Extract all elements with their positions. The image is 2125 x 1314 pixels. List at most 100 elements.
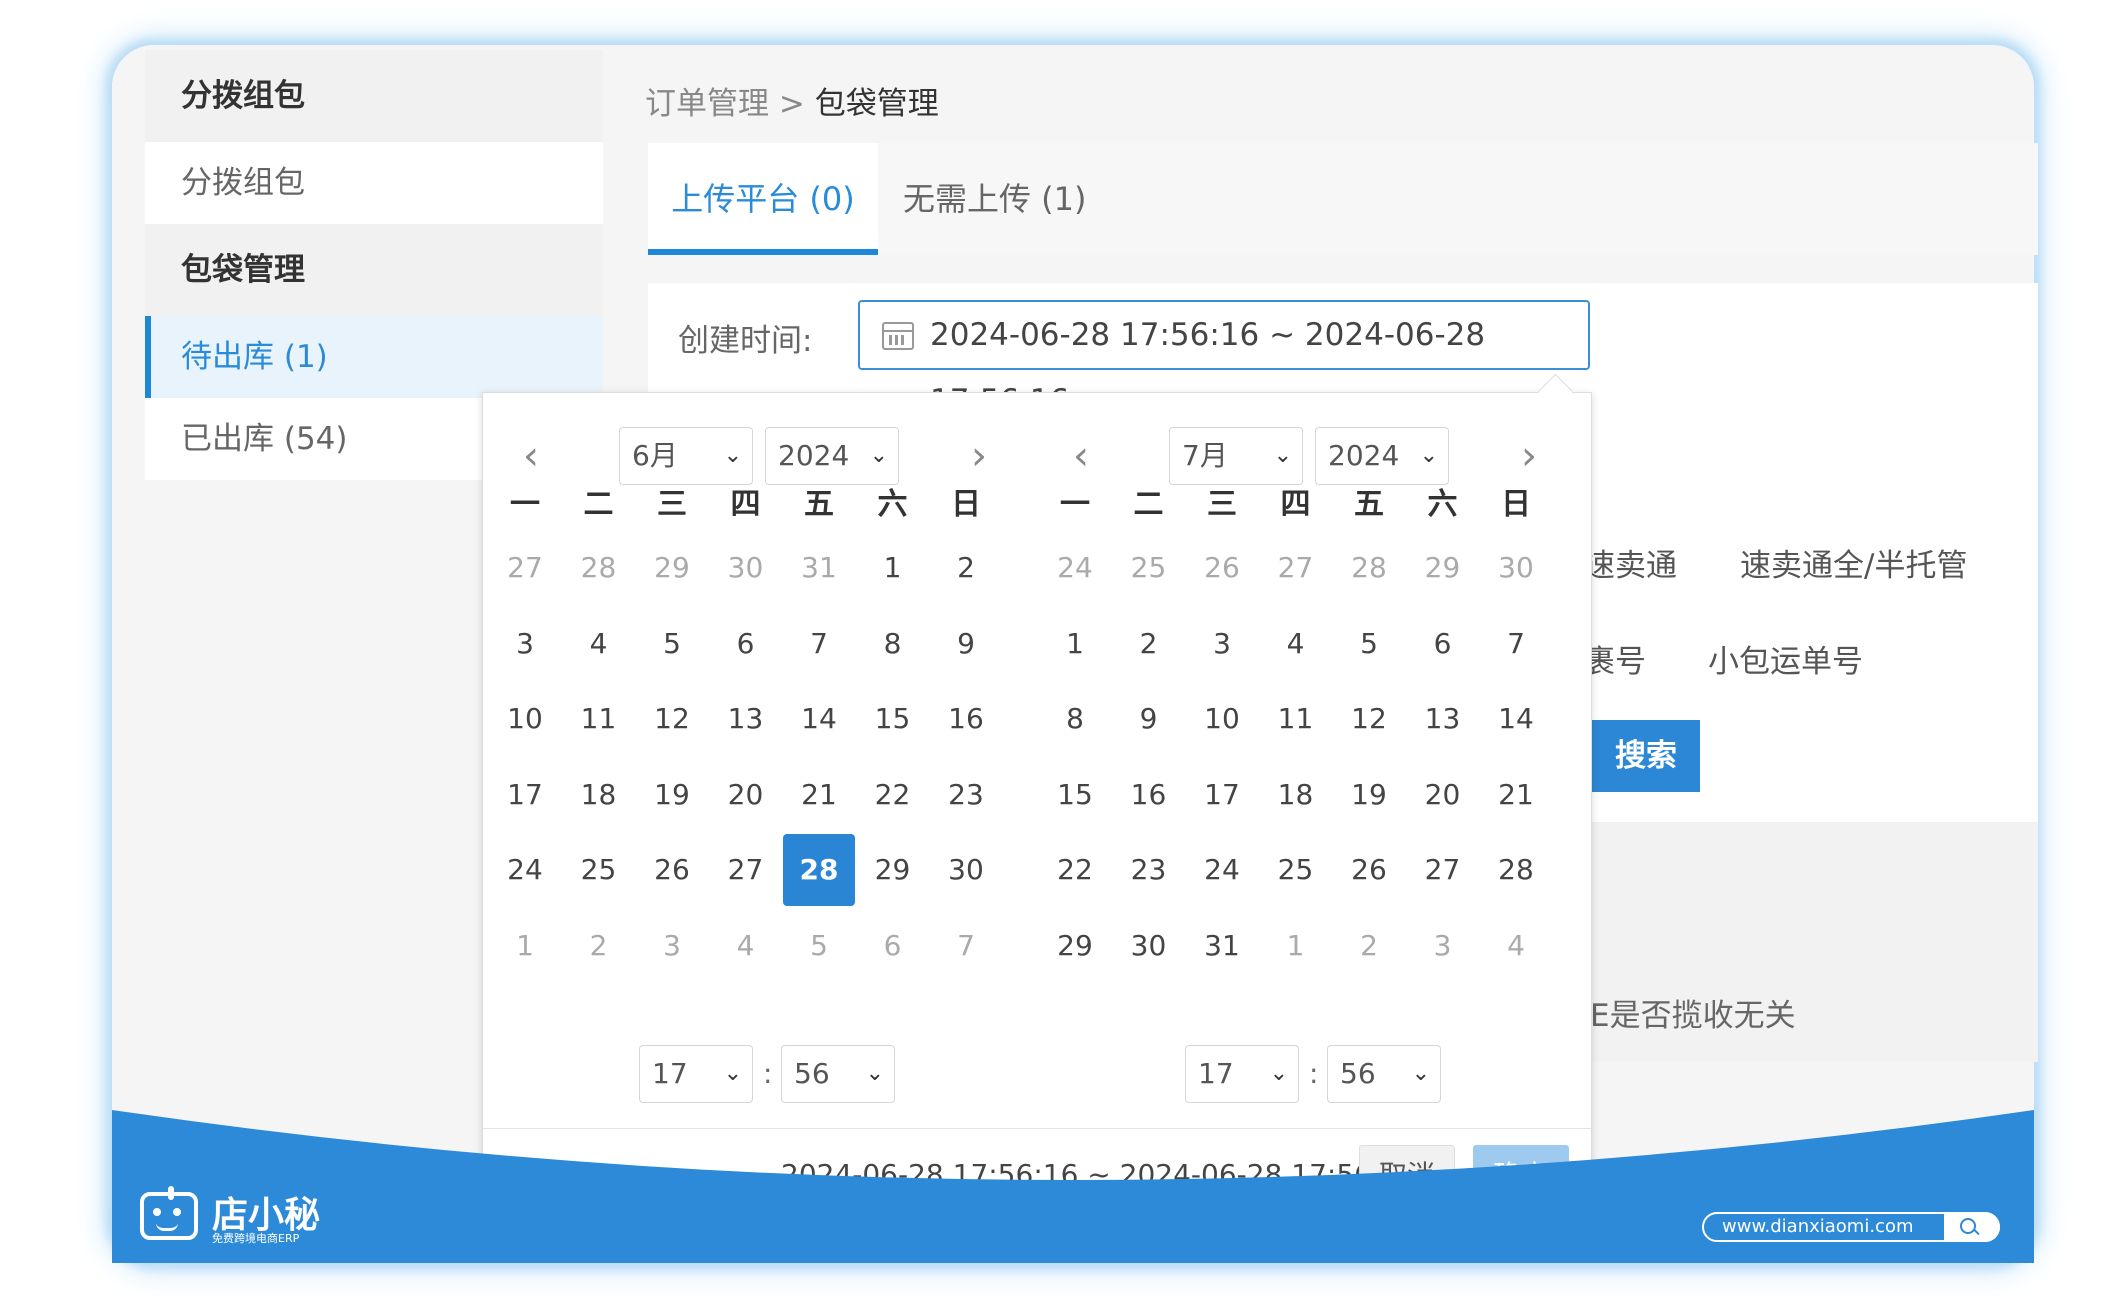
- calendar-day[interactable]: 26: [1333, 834, 1405, 906]
- calendar-day[interactable]: 20: [1407, 759, 1479, 831]
- tab-no-upload[interactable]: 无需上传 (1): [903, 143, 1123, 255]
- calendar-day[interactable]: 29: [636, 532, 708, 604]
- left-year-select[interactable]: 2024 ⌄: [765, 427, 899, 485]
- calendar-day[interactable]: 1: [489, 910, 561, 982]
- calendar-day[interactable]: 22: [857, 759, 929, 831]
- calendar-day[interactable]: 9: [930, 608, 1002, 680]
- calendar-day[interactable]: 13: [710, 683, 782, 755]
- next-month-button[interactable]: ›: [1521, 433, 1537, 479]
- calendar-day[interactable]: 23: [1113, 834, 1185, 906]
- calendar-day[interactable]: 1: [1039, 608, 1111, 680]
- calendar-day[interactable]: 14: [1480, 683, 1552, 755]
- calendar-day[interactable]: 24: [1186, 834, 1258, 906]
- calendar-day[interactable]: 8: [1039, 683, 1111, 755]
- date-range-input[interactable]: 2024-06-28 17:56:16 ~ 2024-06-28 17:56:1…: [858, 300, 1590, 419]
- calendar-day[interactable]: 9: [1113, 683, 1185, 755]
- calendar-day[interactable]: 6: [857, 910, 929, 982]
- search-icon[interactable]: [1944, 1212, 2000, 1242]
- calendar-day[interactable]: 15: [1039, 759, 1111, 831]
- calendar-day[interactable]: 6: [1407, 608, 1479, 680]
- calendar-day[interactable]: 2: [563, 910, 635, 982]
- calendar-day[interactable]: 2: [930, 532, 1002, 604]
- right-minute-select[interactable]: 56 ⌄: [1327, 1045, 1441, 1103]
- calendar-day[interactable]: 5: [783, 910, 855, 982]
- calendar-day[interactable]: 31: [783, 532, 855, 604]
- calendar-day[interactable]: 14: [783, 683, 855, 755]
- calendar-day[interactable]: 4: [710, 910, 782, 982]
- calendar-day[interactable]: 5: [636, 608, 708, 680]
- calendar-day[interactable]: 16: [1113, 759, 1185, 831]
- calendar-day[interactable]: 29: [1039, 910, 1111, 982]
- calendar-day[interactable]: 24: [1039, 532, 1111, 604]
- calendar-day[interactable]: 30: [1480, 532, 1552, 604]
- left-hour-select[interactable]: 17 ⌄: [639, 1045, 753, 1103]
- calendar-day[interactable]: 27: [1260, 532, 1332, 604]
- calendar-day[interactable]: 4: [1480, 910, 1552, 982]
- calendar-day[interactable]: 11: [1260, 683, 1332, 755]
- calendar-day[interactable]: 26: [1186, 532, 1258, 604]
- calendar-day[interactable]: 2: [1333, 910, 1405, 982]
- calendar-day[interactable]: 20: [710, 759, 782, 831]
- calendar-day[interactable]: 18: [1260, 759, 1332, 831]
- calendar-day[interactable]: 8: [857, 608, 929, 680]
- calendar-day[interactable]: 10: [1186, 683, 1258, 755]
- calendar-day[interactable]: 12: [1333, 683, 1405, 755]
- calendar-day[interactable]: 29: [857, 834, 929, 906]
- calendar-day[interactable]: 6: [710, 608, 782, 680]
- right-hour-select[interactable]: 17 ⌄: [1185, 1045, 1299, 1103]
- calendar-day[interactable]: 7: [783, 608, 855, 680]
- calendar-day[interactable]: 4: [563, 608, 635, 680]
- calendar-day[interactable]: 21: [783, 759, 855, 831]
- left-minute-select[interactable]: 56 ⌄: [781, 1045, 895, 1103]
- calendar-day[interactable]: 23: [930, 759, 1002, 831]
- field-parcel-tracking-no[interactable]: 小包运单号: [1708, 636, 1863, 681]
- calendar-day[interactable]: 30: [930, 834, 1002, 906]
- search-button[interactable]: 搜索: [1592, 720, 1700, 792]
- calendar-day[interactable]: 27: [710, 834, 782, 906]
- calendar-day[interactable]: 25: [1260, 834, 1332, 906]
- calendar-day[interactable]: 3: [489, 608, 561, 680]
- calendar-day[interactable]: 16: [930, 683, 1002, 755]
- next-month-left-button[interactable]: ›: [971, 433, 987, 479]
- calendar-day[interactable]: 28: [1480, 834, 1552, 906]
- calendar-day[interactable]: 30: [1113, 910, 1185, 982]
- calendar-day[interactable]: 7: [930, 910, 1002, 982]
- calendar-day[interactable]: 12: [636, 683, 708, 755]
- left-month-select[interactable]: 6月 ⌄: [619, 427, 753, 485]
- calendar-day[interactable]: 27: [1407, 834, 1479, 906]
- calendar-day[interactable]: 15: [857, 683, 929, 755]
- calendar-day[interactable]: 31: [1186, 910, 1258, 982]
- right-year-select[interactable]: 2024 ⌄: [1315, 427, 1449, 485]
- calendar-day[interactable]: 3: [1186, 608, 1258, 680]
- calendar-day[interactable]: 29: [1407, 532, 1479, 604]
- calendar-day[interactable]: 13: [1407, 683, 1479, 755]
- breadcrumb-parent[interactable]: 订单管理: [645, 86, 769, 122]
- calendar-day[interactable]: 26: [636, 834, 708, 906]
- calendar-day[interactable]: 25: [1113, 532, 1185, 604]
- prev-month-right-button[interactable]: ‹: [1073, 433, 1089, 479]
- calendar-day[interactable]: 25: [563, 834, 635, 906]
- calendar-day[interactable]: 21: [1480, 759, 1552, 831]
- calendar-day[interactable]: 2: [1113, 608, 1185, 680]
- calendar-day[interactable]: 3: [1407, 910, 1479, 982]
- calendar-day[interactable]: 30: [710, 532, 782, 604]
- calendar-day[interactable]: 28: [783, 834, 855, 906]
- calendar-day[interactable]: 10: [489, 683, 561, 755]
- calendar-day[interactable]: 1: [857, 532, 929, 604]
- calendar-day[interactable]: 28: [563, 532, 635, 604]
- calendar-day[interactable]: 22: [1039, 834, 1111, 906]
- calendar-day[interactable]: 11: [563, 683, 635, 755]
- calendar-day[interactable]: 17: [1186, 759, 1258, 831]
- platform-aliexpress-managed[interactable]: 速卖通全/半托管: [1740, 540, 1967, 585]
- calendar-day[interactable]: 17: [489, 759, 561, 831]
- calendar-day[interactable]: 27: [489, 532, 561, 604]
- site-search-box[interactable]: www.dianxiaomi.com: [1702, 1212, 2000, 1242]
- sidebar-item-pending[interactable]: 待出库 (1): [145, 316, 603, 398]
- calendar-day[interactable]: 19: [636, 759, 708, 831]
- right-month-select[interactable]: 7月 ⌄: [1169, 427, 1303, 485]
- tab-upload-platform[interactable]: 上传平台 (0): [648, 143, 878, 255]
- sidebar-item-fenbo[interactable]: 分拨组包: [145, 142, 603, 224]
- calendar-day[interactable]: 19: [1333, 759, 1405, 831]
- calendar-day[interactable]: 7: [1480, 608, 1552, 680]
- calendar-day[interactable]: 1: [1260, 910, 1332, 982]
